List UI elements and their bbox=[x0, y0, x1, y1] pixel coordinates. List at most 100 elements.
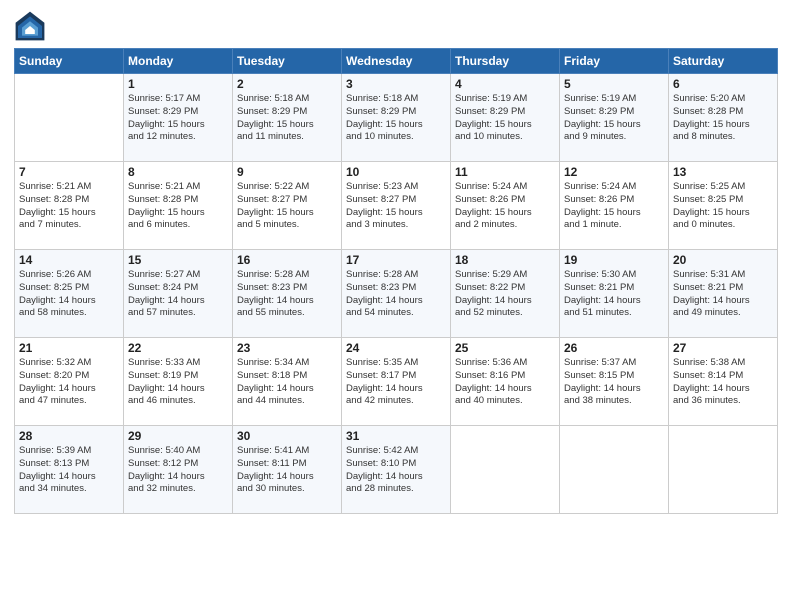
day-info: Sunrise: 5:18 AM Sunset: 8:29 PM Dayligh… bbox=[237, 93, 337, 144]
calendar-cell: 15 Sunrise: 5:27 AM Sunset: 8:24 PM Dayli… bbox=[124, 250, 233, 338]
day-number: 13 bbox=[673, 165, 773, 179]
day-info: Sunrise: 5:38 AM Sunset: 8:14 PM Dayligh… bbox=[673, 357, 773, 408]
day-number: 3 bbox=[346, 77, 446, 91]
day-info: Sunrise: 5:20 AM Sunset: 8:28 PM Dayligh… bbox=[673, 93, 773, 144]
day-info: Sunrise: 5:37 AM Sunset: 8:15 PM Dayligh… bbox=[564, 357, 664, 408]
calendar-table: SundayMondayTuesdayWednesdayThursdayFrid… bbox=[14, 48, 778, 514]
calendar-cell: 13 Sunrise: 5:25 AM Sunset: 8:25 PM Dayli… bbox=[669, 162, 778, 250]
day-number: 14 bbox=[19, 253, 119, 267]
day-number: 12 bbox=[564, 165, 664, 179]
day-info: Sunrise: 5:23 AM Sunset: 8:27 PM Dayligh… bbox=[346, 181, 446, 232]
day-info: Sunrise: 5:34 AM Sunset: 8:18 PM Dayligh… bbox=[237, 357, 337, 408]
calendar-week-2: 7 Sunrise: 5:21 AM Sunset: 8:28 PM Daylig… bbox=[15, 162, 778, 250]
calendar-cell: 19 Sunrise: 5:30 AM Sunset: 8:21 PM Dayli… bbox=[560, 250, 669, 338]
day-info: Sunrise: 5:24 AM Sunset: 8:26 PM Dayligh… bbox=[455, 181, 555, 232]
calendar-cell: 20 Sunrise: 5:31 AM Sunset: 8:21 PM Dayli… bbox=[669, 250, 778, 338]
calendar-week-3: 14 Sunrise: 5:26 AM Sunset: 8:25 PM Dayli… bbox=[15, 250, 778, 338]
day-info: Sunrise: 5:22 AM Sunset: 8:27 PM Dayligh… bbox=[237, 181, 337, 232]
calendar-cell: 26 Sunrise: 5:37 AM Sunset: 8:15 PM Dayli… bbox=[560, 338, 669, 426]
day-number: 31 bbox=[346, 429, 446, 443]
page-header bbox=[14, 10, 778, 42]
day-info: Sunrise: 5:42 AM Sunset: 8:10 PM Dayligh… bbox=[346, 445, 446, 496]
day-number: 19 bbox=[564, 253, 664, 267]
calendar-cell bbox=[15, 74, 124, 162]
calendar-cell: 17 Sunrise: 5:28 AM Sunset: 8:23 PM Dayli… bbox=[342, 250, 451, 338]
day-number: 18 bbox=[455, 253, 555, 267]
calendar-cell: 12Sunrise: 5:24 AM Sunset: 8:26 PM Dayli… bbox=[560, 162, 669, 250]
day-number: 17 bbox=[346, 253, 446, 267]
day-number: 26 bbox=[564, 341, 664, 355]
day-info: Sunrise: 5:18 AM Sunset: 8:29 PM Dayligh… bbox=[346, 93, 446, 144]
day-number: 15 bbox=[128, 253, 228, 267]
calendar-cell: 30 Sunrise: 5:41 AM Sunset: 8:11 PM Dayli… bbox=[233, 426, 342, 514]
day-number: 24 bbox=[346, 341, 446, 355]
day-number: 20 bbox=[673, 253, 773, 267]
day-info: Sunrise: 5:27 AM Sunset: 8:24 PM Dayligh… bbox=[128, 269, 228, 320]
day-info: Sunrise: 5:26 AM Sunset: 8:25 PM Dayligh… bbox=[19, 269, 119, 320]
day-info: Sunrise: 5:17 AM Sunset: 8:29 PM Dayligh… bbox=[128, 93, 228, 144]
calendar-cell: 5Sunrise: 5:19 AM Sunset: 8:29 PM Daylig… bbox=[560, 74, 669, 162]
calendar-cell: 11 Sunrise: 5:24 AM Sunset: 8:26 PM Dayli… bbox=[451, 162, 560, 250]
day-info: Sunrise: 5:35 AM Sunset: 8:17 PM Dayligh… bbox=[346, 357, 446, 408]
day-number: 23 bbox=[237, 341, 337, 355]
calendar-week-1: 1 Sunrise: 5:17 AM Sunset: 8:29 PM Daylig… bbox=[15, 74, 778, 162]
weekday-header-tuesday: Tuesday bbox=[233, 49, 342, 74]
day-number: 27 bbox=[673, 341, 773, 355]
day-info: Sunrise: 5:21 AM Sunset: 8:28 PM Dayligh… bbox=[19, 181, 119, 232]
calendar-cell: 10 Sunrise: 5:23 AM Sunset: 8:27 PM Dayli… bbox=[342, 162, 451, 250]
day-number: 6 bbox=[673, 77, 773, 91]
calendar-cell: 9 Sunrise: 5:22 AM Sunset: 8:27 PM Daylig… bbox=[233, 162, 342, 250]
calendar-week-5: 28 Sunrise: 5:39 AM Sunset: 8:13 PM Dayli… bbox=[15, 426, 778, 514]
calendar-week-4: 21Sunrise: 5:32 AM Sunset: 8:20 PM Dayli… bbox=[15, 338, 778, 426]
calendar-cell: 16 Sunrise: 5:28 AM Sunset: 8:23 PM Dayli… bbox=[233, 250, 342, 338]
calendar-cell: 29 Sunrise: 5:40 AM Sunset: 8:12 PM Dayli… bbox=[124, 426, 233, 514]
day-info: Sunrise: 5:28 AM Sunset: 8:23 PM Dayligh… bbox=[237, 269, 337, 320]
day-number: 11 bbox=[455, 165, 555, 179]
calendar-cell: 31 Sunrise: 5:42 AM Sunset: 8:10 PM Dayli… bbox=[342, 426, 451, 514]
calendar-cell: 23 Sunrise: 5:34 AM Sunset: 8:18 PM Dayli… bbox=[233, 338, 342, 426]
weekday-header-sunday: Sunday bbox=[15, 49, 124, 74]
calendar-cell: 14 Sunrise: 5:26 AM Sunset: 8:25 PM Dayli… bbox=[15, 250, 124, 338]
weekday-header-saturday: Saturday bbox=[669, 49, 778, 74]
day-info: Sunrise: 5:31 AM Sunset: 8:21 PM Dayligh… bbox=[673, 269, 773, 320]
day-info: Sunrise: 5:19 AM Sunset: 8:29 PM Dayligh… bbox=[564, 93, 664, 144]
day-number: 16 bbox=[237, 253, 337, 267]
weekday-header-friday: Friday bbox=[560, 49, 669, 74]
day-number: 29 bbox=[128, 429, 228, 443]
day-number: 4 bbox=[455, 77, 555, 91]
day-info: Sunrise: 5:32 AM Sunset: 8:20 PM Dayligh… bbox=[19, 357, 119, 408]
day-info: Sunrise: 5:39 AM Sunset: 8:13 PM Dayligh… bbox=[19, 445, 119, 496]
logo-icon bbox=[14, 10, 46, 42]
calendar-cell: 3 Sunrise: 5:18 AM Sunset: 8:29 PM Daylig… bbox=[342, 74, 451, 162]
calendar-cell bbox=[669, 426, 778, 514]
day-info: Sunrise: 5:33 AM Sunset: 8:19 PM Dayligh… bbox=[128, 357, 228, 408]
day-number: 22 bbox=[128, 341, 228, 355]
day-number: 9 bbox=[237, 165, 337, 179]
day-info: Sunrise: 5:28 AM Sunset: 8:23 PM Dayligh… bbox=[346, 269, 446, 320]
day-number: 28 bbox=[19, 429, 119, 443]
calendar-header: SundayMondayTuesdayWednesdayThursdayFrid… bbox=[15, 49, 778, 74]
weekday-header-wednesday: Wednesday bbox=[342, 49, 451, 74]
day-number: 25 bbox=[455, 341, 555, 355]
page-container: SundayMondayTuesdayWednesdayThursdayFrid… bbox=[0, 0, 792, 520]
day-info: Sunrise: 5:36 AM Sunset: 8:16 PM Dayligh… bbox=[455, 357, 555, 408]
day-info: Sunrise: 5:40 AM Sunset: 8:12 PM Dayligh… bbox=[128, 445, 228, 496]
calendar-cell: 2 Sunrise: 5:18 AM Sunset: 8:29 PM Daylig… bbox=[233, 74, 342, 162]
calendar-cell: 18 Sunrise: 5:29 AM Sunset: 8:22 PM Dayli… bbox=[451, 250, 560, 338]
day-number: 10 bbox=[346, 165, 446, 179]
day-number: 30 bbox=[237, 429, 337, 443]
calendar-cell: 28 Sunrise: 5:39 AM Sunset: 8:13 PM Dayli… bbox=[15, 426, 124, 514]
calendar-cell bbox=[560, 426, 669, 514]
day-info: Sunrise: 5:41 AM Sunset: 8:11 PM Dayligh… bbox=[237, 445, 337, 496]
day-number: 2 bbox=[237, 77, 337, 91]
calendar-cell bbox=[451, 426, 560, 514]
day-number: 1 bbox=[128, 77, 228, 91]
day-info: Sunrise: 5:25 AM Sunset: 8:25 PM Dayligh… bbox=[673, 181, 773, 232]
calendar-cell: 22 Sunrise: 5:33 AM Sunset: 8:19 PM Dayli… bbox=[124, 338, 233, 426]
weekday-header-thursday: Thursday bbox=[451, 49, 560, 74]
day-number: 7 bbox=[19, 165, 119, 179]
day-info: Sunrise: 5:29 AM Sunset: 8:22 PM Dayligh… bbox=[455, 269, 555, 320]
day-info: Sunrise: 5:30 AM Sunset: 8:21 PM Dayligh… bbox=[564, 269, 664, 320]
calendar-cell: 7 Sunrise: 5:21 AM Sunset: 8:28 PM Daylig… bbox=[15, 162, 124, 250]
weekday-header-monday: Monday bbox=[124, 49, 233, 74]
